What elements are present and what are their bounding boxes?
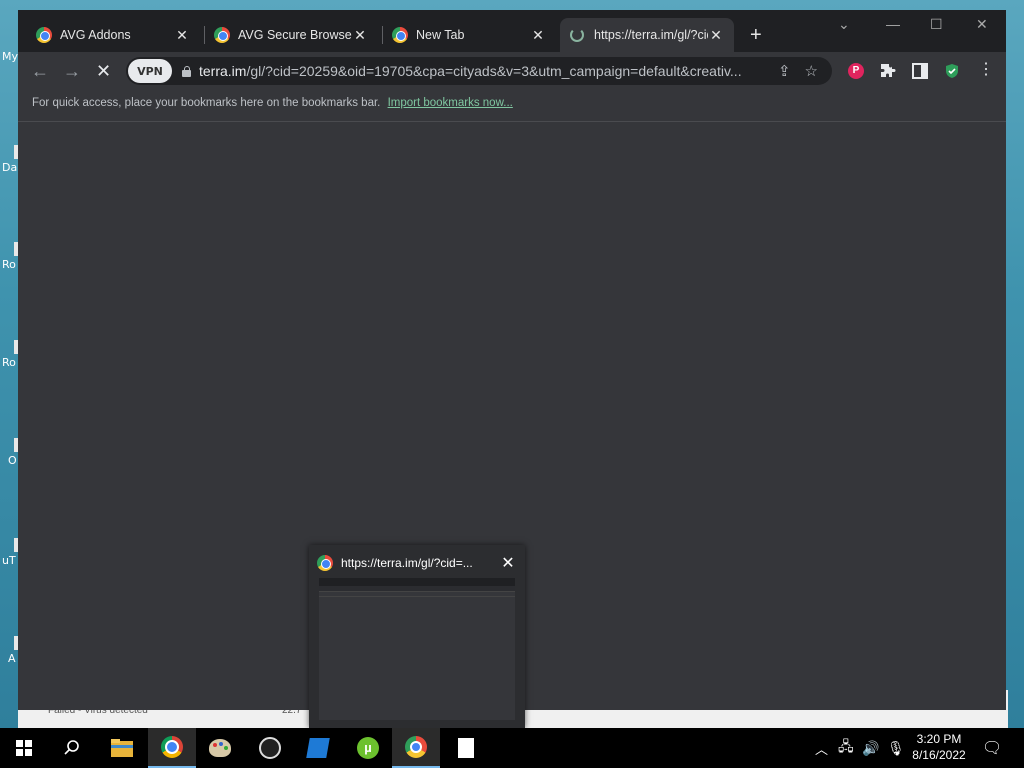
clock-time: 3:20 PM [916, 732, 962, 746]
close-icon[interactable]: ✕ [499, 553, 517, 573]
bookmarks-bar-hint: For quick access, place your bookmarks h… [32, 97, 381, 109]
avg-browser-icon [36, 27, 52, 43]
tab-search-dropdown-icon[interactable]: ⌄ [838, 16, 850, 33]
show-hidden-icons-button[interactable]: ︿ [815, 728, 828, 768]
forward-button[interactable]: → [63, 61, 81, 81]
tab-avg-addons[interactable]: AVG Addons ✕ [26, 18, 200, 52]
taskbar: µ ︿ 🖧 🔊 🎙 3:20 PM 8/16/2022 🗨 [0, 728, 1024, 768]
lock-icon[interactable] [182, 66, 191, 77]
taskbar-paint[interactable] [196, 728, 244, 768]
desktop-icon-2[interactable]: Da [0, 145, 18, 174]
back-button[interactable]: ← [31, 61, 49, 81]
import-bookmarks-link[interactable]: Import bookmarks now... [388, 97, 513, 109]
close-window-button[interactable]: ✕ [976, 16, 988, 33]
mini-bookmarks-bar [319, 592, 515, 597]
bookmark-star-icon[interactable]: ☆ [805, 62, 818, 80]
preview-title: https://terra.im/gl/?cid=... [341, 556, 473, 570]
desktop-icon-label: My [2, 50, 18, 63]
chevron-up-icon: ︿ [815, 741, 829, 757]
tab-label: AVG Addons [60, 28, 131, 42]
url-text[interactable]: terra.im/gl/?cid=20259&oid=19705&cpa=cit… [199, 63, 778, 79]
roblox-studio-icon [306, 738, 330, 758]
taskbar-file-explorer[interactable] [98, 728, 146, 768]
tab-avg-secure-browser[interactable]: AVG Secure Browser S ✕ [204, 18, 378, 52]
folder-icon [111, 739, 133, 757]
utorrent-icon: µ [357, 737, 379, 759]
url-path: /gl/?cid=20259&oid=19705&cpa=cityads&v=3… [246, 63, 742, 79]
loading-spinner-icon [570, 28, 584, 42]
chrome-icon [161, 736, 183, 758]
network-icon[interactable]: 🖧 [838, 728, 854, 768]
desktop-icon-label: O [8, 454, 17, 467]
paint-palette-icon [209, 739, 231, 757]
taskbar-chrome[interactable] [148, 728, 196, 768]
taskbar-utorrent[interactable]: µ [344, 728, 392, 768]
share-icon[interactable]: ⇪ [778, 62, 791, 80]
taskbar-obs[interactable] [246, 728, 294, 768]
notifications-icon[interactable]: 🗨 [982, 728, 1002, 768]
obs-icon [259, 737, 281, 759]
minimize-button[interactable]: — [886, 16, 900, 32]
tab-strip: AVG Addons ✕ AVG Secure Browser S ✕ New … [18, 10, 1006, 52]
tab-terra-active[interactable]: https://terra.im/gl/?cid ✕ [560, 18, 734, 52]
tab-new-tab[interactable]: New Tab ✕ [382, 18, 556, 52]
taskbar-roblox-studio[interactable] [294, 728, 342, 768]
maximize-button[interactable]: ☐ [930, 16, 943, 33]
desktop-icon-label: Ro [2, 356, 16, 369]
close-icon[interactable]: ✕ [174, 27, 190, 44]
vpn-button[interactable]: VPN [128, 59, 172, 83]
shield-icon[interactable] [944, 63, 960, 79]
taskbar-notepad[interactable] [442, 728, 490, 768]
desktop-icon-this-pc[interactable]: My [0, 50, 18, 63]
desktop-icon-4[interactable]: Ro [0, 340, 18, 369]
search-button[interactable] [48, 728, 96, 768]
volume-icon[interactable]: 🔊 [862, 728, 879, 768]
search-icon [64, 740, 79, 755]
desktop-icon-label: A [8, 652, 16, 665]
taskbar-thumbnail-preview[interactable]: https://terra.im/gl/?cid=... ✕ [309, 545, 525, 728]
close-icon[interactable]: ✕ [352, 27, 368, 44]
system-clock[interactable]: 3:20 PM 8/16/2022 [905, 731, 973, 763]
preview-header: https://terra.im/gl/?cid=... ✕ [317, 553, 517, 573]
mini-tabstrip [319, 578, 515, 586]
windows-logo-icon [16, 740, 32, 756]
document-icon [458, 738, 474, 758]
side-panel-icon[interactable] [912, 63, 928, 79]
desktop-icon-label: Ro [2, 258, 16, 271]
address-bar[interactable]: VPN terra.im/gl/?cid=20259&oid=19705&cpa… [126, 57, 832, 85]
avg-browser-icon [214, 27, 230, 43]
desktop-icon-label: Da [2, 161, 18, 174]
desktop-icon-3[interactable]: Ro [0, 242, 18, 271]
close-icon[interactable]: ✕ [708, 27, 724, 44]
desktop-icon-7[interactable]: A [0, 636, 18, 665]
desktop-icon-6[interactable]: uT [0, 538, 18, 567]
browser-toolbar: ← → ✕ VPN terra.im/gl/?cid=20259&oid=197… [18, 52, 1006, 90]
preview-thumbnail-image[interactable] [319, 578, 515, 720]
menu-kebab-icon[interactable]: ⋮ [978, 62, 994, 79]
start-button[interactable] [0, 728, 48, 768]
tab-label: New Tab [416, 28, 465, 42]
stop-loading-button[interactable]: ✕ [96, 61, 111, 81]
avg-browser-icon [405, 736, 427, 758]
new-tab-button[interactable]: + [750, 25, 762, 45]
profile-extension-icon[interactable]: P [848, 63, 864, 79]
tab-label: AVG Secure Browser S [238, 28, 352, 42]
url-host: terra.im [199, 63, 247, 79]
extensions-puzzle-icon[interactable] [880, 63, 896, 79]
avg-browser-icon [392, 27, 408, 43]
clock-date: 8/16/2022 [912, 748, 966, 762]
close-icon[interactable]: ✕ [530, 27, 546, 44]
tab-label: https://terra.im/gl/?cid [594, 28, 708, 42]
taskbar-avg-browser[interactable] [392, 728, 440, 768]
microphone-icon[interactable]: 🎙 [887, 728, 905, 768]
desktop-icon-label: uT [2, 554, 16, 567]
avg-browser-icon [317, 555, 333, 571]
bookmarks-bar: For quick access, place your bookmarks h… [18, 90, 1006, 122]
desktop-icon-5[interactable]: O [0, 438, 18, 467]
